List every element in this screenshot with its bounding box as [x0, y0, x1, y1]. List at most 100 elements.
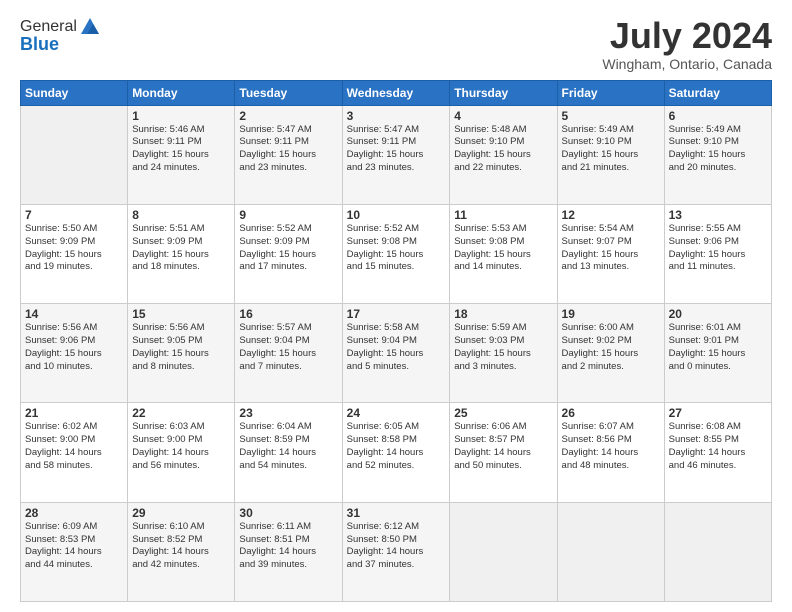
day-info: Sunrise: 5:49 AM Sunset: 9:10 PM Dayligh…: [669, 124, 767, 175]
table-row: 30Sunrise: 6:11 AM Sunset: 8:51 PM Dayli…: [235, 502, 342, 601]
day-number: 26: [562, 406, 660, 420]
table-row: 6Sunrise: 5:49 AM Sunset: 9:10 PM Daylig…: [664, 105, 771, 204]
day-number: 3: [347, 109, 446, 123]
day-number: 27: [669, 406, 767, 420]
table-row: 25Sunrise: 6:06 AM Sunset: 8:57 PM Dayli…: [450, 403, 557, 502]
calendar-week-row: 1Sunrise: 5:46 AM Sunset: 9:11 PM Daylig…: [21, 105, 772, 204]
day-info: Sunrise: 5:56 AM Sunset: 9:06 PM Dayligh…: [25, 322, 123, 373]
day-info: Sunrise: 5:59 AM Sunset: 9:03 PM Dayligh…: [454, 322, 552, 373]
table-row: 11Sunrise: 5:53 AM Sunset: 9:08 PM Dayli…: [450, 204, 557, 303]
day-number: 16: [239, 307, 337, 321]
day-number: 31: [347, 506, 446, 520]
table-row: 3Sunrise: 5:47 AM Sunset: 9:11 PM Daylig…: [342, 105, 450, 204]
table-row: 14Sunrise: 5:56 AM Sunset: 9:06 PM Dayli…: [21, 304, 128, 403]
day-info: Sunrise: 5:56 AM Sunset: 9:05 PM Dayligh…: [132, 322, 230, 373]
day-number: 12: [562, 208, 660, 222]
table-row: 16Sunrise: 5:57 AM Sunset: 9:04 PM Dayli…: [235, 304, 342, 403]
day-info: Sunrise: 6:04 AM Sunset: 8:59 PM Dayligh…: [239, 421, 337, 472]
day-number: 1: [132, 109, 230, 123]
table-row: 12Sunrise: 5:54 AM Sunset: 9:07 PM Dayli…: [557, 204, 664, 303]
header: General Blue July 2024 Wingham, Ontario,…: [20, 16, 772, 72]
table-row: 26Sunrise: 6:07 AM Sunset: 8:56 PM Dayli…: [557, 403, 664, 502]
table-row: 19Sunrise: 6:00 AM Sunset: 9:02 PM Dayli…: [557, 304, 664, 403]
calendar-week-row: 7Sunrise: 5:50 AM Sunset: 9:09 PM Daylig…: [21, 204, 772, 303]
day-info: Sunrise: 5:48 AM Sunset: 9:10 PM Dayligh…: [454, 124, 552, 175]
title-block: July 2024 Wingham, Ontario, Canada: [602, 16, 772, 72]
day-info: Sunrise: 5:55 AM Sunset: 9:06 PM Dayligh…: [669, 223, 767, 274]
day-info: Sunrise: 5:53 AM Sunset: 9:08 PM Dayligh…: [454, 223, 552, 274]
day-number: 23: [239, 406, 337, 420]
day-number: 15: [132, 307, 230, 321]
table-row: 5Sunrise: 5:49 AM Sunset: 9:10 PM Daylig…: [557, 105, 664, 204]
day-info: Sunrise: 5:57 AM Sunset: 9:04 PM Dayligh…: [239, 322, 337, 373]
table-row: 10Sunrise: 5:52 AM Sunset: 9:08 PM Dayli…: [342, 204, 450, 303]
day-info: Sunrise: 5:46 AM Sunset: 9:11 PM Dayligh…: [132, 124, 230, 175]
location: Wingham, Ontario, Canada: [602, 56, 772, 72]
col-tuesday: Tuesday: [235, 80, 342, 105]
day-info: Sunrise: 5:54 AM Sunset: 9:07 PM Dayligh…: [562, 223, 660, 274]
day-info: Sunrise: 6:09 AM Sunset: 8:53 PM Dayligh…: [25, 521, 123, 572]
day-number: 22: [132, 406, 230, 420]
day-number: 9: [239, 208, 337, 222]
table-row: [557, 502, 664, 601]
day-number: 5: [562, 109, 660, 123]
day-number: 10: [347, 208, 446, 222]
table-row: 21Sunrise: 6:02 AM Sunset: 9:00 PM Dayli…: [21, 403, 128, 502]
day-info: Sunrise: 5:47 AM Sunset: 9:11 PM Dayligh…: [239, 124, 337, 175]
table-row: 24Sunrise: 6:05 AM Sunset: 8:58 PM Dayli…: [342, 403, 450, 502]
day-info: Sunrise: 6:10 AM Sunset: 8:52 PM Dayligh…: [132, 521, 230, 572]
calendar-header-row: Sunday Monday Tuesday Wednesday Thursday…: [21, 80, 772, 105]
table-row: 27Sunrise: 6:08 AM Sunset: 8:55 PM Dayli…: [664, 403, 771, 502]
day-number: 24: [347, 406, 446, 420]
day-info: Sunrise: 6:11 AM Sunset: 8:51 PM Dayligh…: [239, 521, 337, 572]
table-row: 9Sunrise: 5:52 AM Sunset: 9:09 PM Daylig…: [235, 204, 342, 303]
day-number: 19: [562, 307, 660, 321]
day-info: Sunrise: 5:47 AM Sunset: 9:11 PM Dayligh…: [347, 124, 446, 175]
table-row: 20Sunrise: 6:01 AM Sunset: 9:01 PM Dayli…: [664, 304, 771, 403]
day-number: 14: [25, 307, 123, 321]
page: General Blue July 2024 Wingham, Ontario,…: [0, 0, 792, 612]
day-number: 8: [132, 208, 230, 222]
table-row: [450, 502, 557, 601]
day-number: 18: [454, 307, 552, 321]
col-monday: Monday: [128, 80, 235, 105]
day-info: Sunrise: 6:02 AM Sunset: 9:00 PM Dayligh…: [25, 421, 123, 472]
day-info: Sunrise: 5:52 AM Sunset: 9:08 PM Dayligh…: [347, 223, 446, 274]
table-row: 7Sunrise: 5:50 AM Sunset: 9:09 PM Daylig…: [21, 204, 128, 303]
day-number: 25: [454, 406, 552, 420]
day-number: 6: [669, 109, 767, 123]
day-number: 30: [239, 506, 337, 520]
day-info: Sunrise: 6:12 AM Sunset: 8:50 PM Dayligh…: [347, 521, 446, 572]
calendar-week-row: 21Sunrise: 6:02 AM Sunset: 9:00 PM Dayli…: [21, 403, 772, 502]
table-row: 4Sunrise: 5:48 AM Sunset: 9:10 PM Daylig…: [450, 105, 557, 204]
table-row: 1Sunrise: 5:46 AM Sunset: 9:11 PM Daylig…: [128, 105, 235, 204]
table-row: 13Sunrise: 5:55 AM Sunset: 9:06 PM Dayli…: [664, 204, 771, 303]
day-info: Sunrise: 5:51 AM Sunset: 9:09 PM Dayligh…: [132, 223, 230, 274]
day-number: 4: [454, 109, 552, 123]
day-number: 13: [669, 208, 767, 222]
day-info: Sunrise: 5:52 AM Sunset: 9:09 PM Dayligh…: [239, 223, 337, 274]
logo: General Blue: [20, 16, 101, 55]
table-row: 15Sunrise: 5:56 AM Sunset: 9:05 PM Dayli…: [128, 304, 235, 403]
day-info: Sunrise: 6:07 AM Sunset: 8:56 PM Dayligh…: [562, 421, 660, 472]
day-info: Sunrise: 5:58 AM Sunset: 9:04 PM Dayligh…: [347, 322, 446, 373]
table-row: 2Sunrise: 5:47 AM Sunset: 9:11 PM Daylig…: [235, 105, 342, 204]
table-row: 28Sunrise: 6:09 AM Sunset: 8:53 PM Dayli…: [21, 502, 128, 601]
day-number: 21: [25, 406, 123, 420]
col-thursday: Thursday: [450, 80, 557, 105]
day-info: Sunrise: 6:01 AM Sunset: 9:01 PM Dayligh…: [669, 322, 767, 373]
day-info: Sunrise: 6:00 AM Sunset: 9:02 PM Dayligh…: [562, 322, 660, 373]
day-info: Sunrise: 6:06 AM Sunset: 8:57 PM Dayligh…: [454, 421, 552, 472]
day-info: Sunrise: 6:05 AM Sunset: 8:58 PM Dayligh…: [347, 421, 446, 472]
col-sunday: Sunday: [21, 80, 128, 105]
table-row: 31Sunrise: 6:12 AM Sunset: 8:50 PM Dayli…: [342, 502, 450, 601]
day-number: 17: [347, 307, 446, 321]
calendar-table: Sunday Monday Tuesday Wednesday Thursday…: [20, 80, 772, 602]
day-number: 11: [454, 208, 552, 222]
table-row: [21, 105, 128, 204]
day-info: Sunrise: 5:50 AM Sunset: 9:09 PM Dayligh…: [25, 223, 123, 274]
month-title: July 2024: [602, 16, 772, 56]
table-row: 17Sunrise: 5:58 AM Sunset: 9:04 PM Dayli…: [342, 304, 450, 403]
day-number: 2: [239, 109, 337, 123]
col-friday: Friday: [557, 80, 664, 105]
